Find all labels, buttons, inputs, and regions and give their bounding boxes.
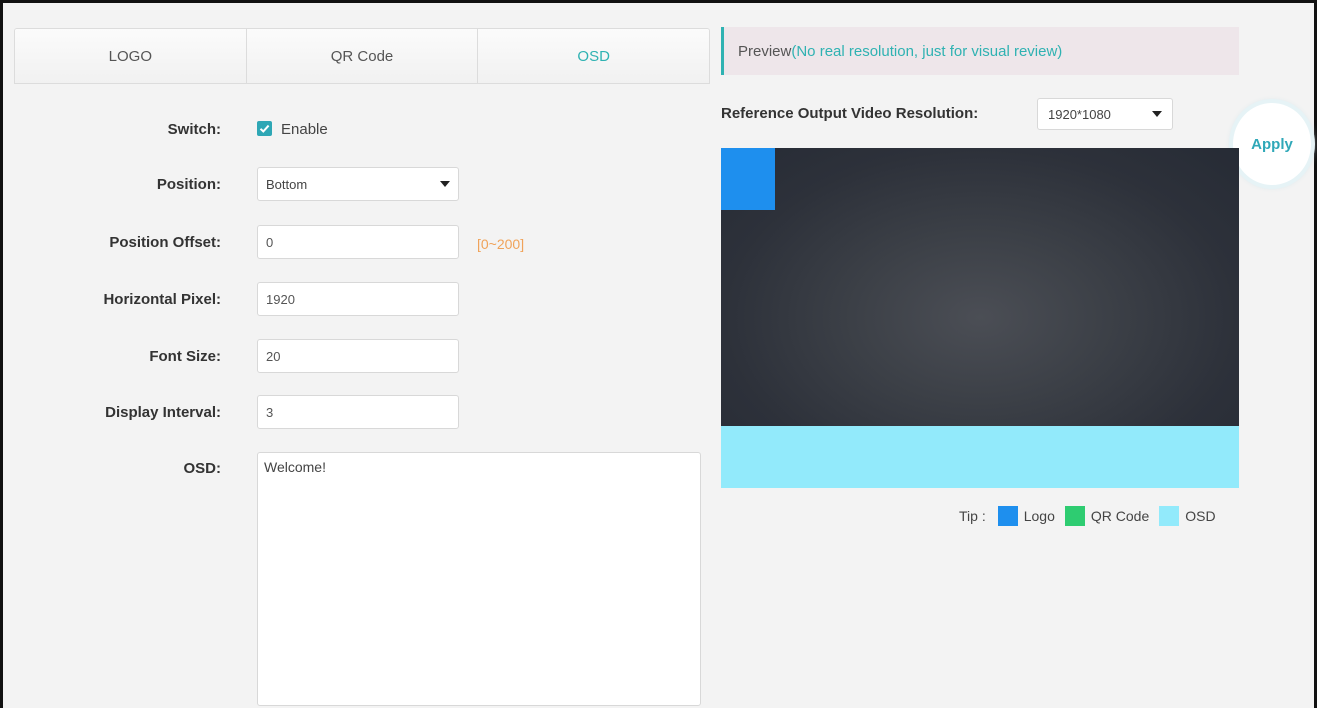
switch-label: Switch: <box>167 121 221 138</box>
font-size-label: Font Size: <box>149 348 221 365</box>
settings-panel: LOGO QR Code OSD Switch: Enable Position… <box>0 0 1317 708</box>
enable-label: Enable <box>281 121 328 138</box>
preview-title: Preview <box>738 42 792 60</box>
apply-button[interactable]: Apply <box>1233 103 1311 185</box>
horizontal-pixel-input[interactable]: 1920 <box>257 282 459 316</box>
preview-note: (No real resolution, just for visual rev… <box>791 42 1063 60</box>
legend-logo-label: Logo <box>1023 508 1055 524</box>
resolution-label: Reference Output Video Resolution: <box>721 105 979 122</box>
position-offset-range-hint: [0~200] <box>477 236 525 252</box>
check-icon <box>259 124 270 133</box>
chevron-down-icon <box>1152 111 1162 117</box>
osd-textarea[interactable]: Welcome! <box>257 452 701 706</box>
chevron-down-icon <box>440 181 450 187</box>
legend-qr-code-label: QR Code <box>1090 508 1150 524</box>
enable-checkbox[interactable] <box>257 121 272 136</box>
tab-logo[interactable]: LOGO <box>15 29 247 83</box>
osd-label: OSD: <box>183 460 222 477</box>
preview-screen <box>721 148 1239 426</box>
preview-header: Preview (No real resolution, just for vi… <box>721 27 1239 75</box>
horizontal-pixel-label: Horizontal Pixel: <box>103 291 221 308</box>
resolution-select[interactable]: 1920*1080 <box>1037 98 1173 130</box>
position-offset-label: Position Offset: <box>109 234 221 251</box>
position-select-value: Bottom <box>266 176 308 192</box>
logo-preview-block <box>721 148 775 210</box>
position-label: Position: <box>156 176 221 193</box>
position-select[interactable]: Bottom <box>257 167 459 201</box>
legend-osd-label: OSD <box>1185 508 1216 524</box>
legend-qr-code-swatch <box>1064 506 1085 526</box>
legend-tip-label: Tip : <box>959 508 986 524</box>
legend-osd-swatch <box>1159 506 1180 526</box>
display-interval-label: Display Interval: <box>105 404 221 421</box>
tab-bar: LOGO QR Code OSD <box>14 28 710 84</box>
osd-preview-strip <box>721 426 1239 488</box>
legend: Tip : Logo QR Code OSD <box>959 506 1216 526</box>
tab-qr-code[interactable]: QR Code <box>246 29 479 83</box>
resolution-select-value: 1920*1080 <box>1048 106 1111 122</box>
font-size-input[interactable]: 20 <box>257 339 459 373</box>
position-offset-input[interactable]: 0 <box>257 225 459 259</box>
tab-osd[interactable]: OSD <box>478 29 709 83</box>
display-interval-input[interactable]: 3 <box>257 395 459 429</box>
legend-logo-swatch <box>997 506 1018 526</box>
